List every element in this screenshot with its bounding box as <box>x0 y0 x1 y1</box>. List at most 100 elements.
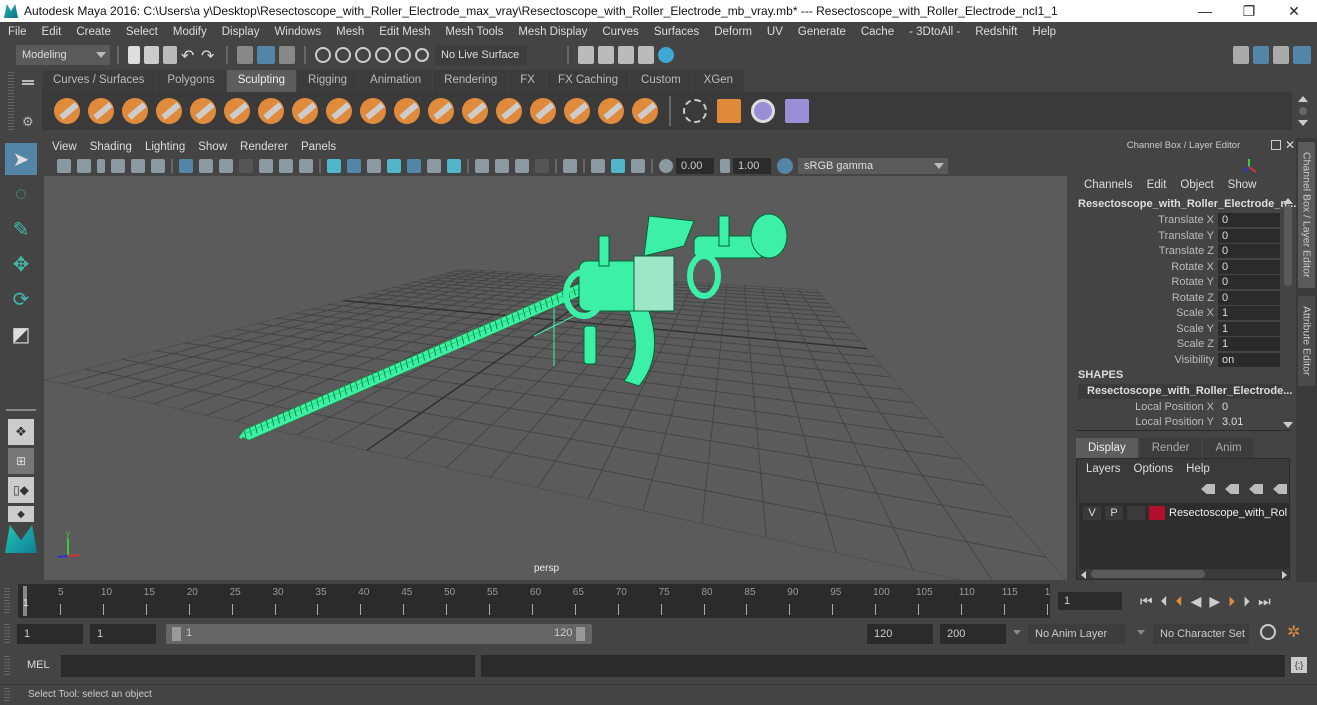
color-management-toggle-icon[interactable] <box>777 158 793 174</box>
new-layer-from-selection-icon[interactable] <box>1273 484 1287 494</box>
snap-surface-icon[interactable] <box>395 47 411 63</box>
shelf-tab-fx-caching[interactable]: FX Caching <box>546 70 630 92</box>
xray-active-components-icon[interactable] <box>611 159 625 173</box>
scroll-right-icon[interactable] <box>1282 571 1287 579</box>
cb-menu-channels[interactable]: Channels <box>1084 179 1133 191</box>
sculpt-target-icon[interactable] <box>751 99 775 123</box>
imprint-tool-icon[interactable] <box>360 98 386 124</box>
shelf-tab-custom[interactable]: Custom <box>630 70 692 92</box>
snap-point-icon[interactable] <box>355 47 371 63</box>
panel-menu-panels[interactable]: Panels <box>301 141 336 153</box>
shelf-scroll[interactable] <box>1298 96 1308 128</box>
range-slider[interactable]: 1 120 <box>166 624 592 644</box>
select-by-component-icon[interactable] <box>279 46 295 64</box>
shelf-tab-animation[interactable]: Animation <box>359 70 433 92</box>
script-editor-icon[interactable]: {;} <box>1291 657 1307 673</box>
panel-menu-show[interactable]: Show <box>198 141 227 153</box>
image-plane-icon[interactable] <box>111 159 125 173</box>
render-current-frame-icon[interactable] <box>598 46 614 64</box>
channel-box-scrollbar[interactable] <box>1283 198 1293 428</box>
color-space-dropdown[interactable]: sRGB gamma <box>798 158 948 174</box>
shelf-tab-polygons[interactable]: Polygons <box>156 70 226 92</box>
tool-settings-toggle-icon[interactable] <box>1273 46 1289 64</box>
chevron-down-icon[interactable] <box>1137 630 1145 635</box>
channel-row[interactable]: Scale X 1 <box>1071 306 1281 321</box>
channel-row[interactable]: Translate Z 0 <box>1071 244 1281 259</box>
foamy-tool-icon[interactable] <box>258 98 284 124</box>
depth-of-field-icon[interactable] <box>535 159 549 173</box>
use-all-lights-icon[interactable] <box>427 159 441 173</box>
axis-manipulator-icon[interactable] <box>1241 158 1257 174</box>
step-forward-frame-icon[interactable]: ⏵ <box>1243 593 1250 610</box>
multisample-aa-icon[interactable] <box>515 159 529 173</box>
exposure-field[interactable]: 1.00 <box>733 158 771 174</box>
film-gate-icon[interactable] <box>199 159 213 173</box>
step-back-frame-icon[interactable]: ⏴ <box>1161 593 1168 610</box>
scroll-up-icon[interactable] <box>1283 198 1293 204</box>
timeline-grip[interactable] <box>4 588 10 614</box>
channel-value[interactable]: 1 <box>1218 337 1280 351</box>
bulge-tool-icon[interactable] <box>564 98 590 124</box>
channel-value[interactable]: 3.01 <box>1218 415 1280 429</box>
close-panel-icon[interactable]: ✕ <box>1285 138 1295 152</box>
save-scene-icon[interactable] <box>163 46 177 64</box>
mel-input[interactable] <box>61 655 475 677</box>
move-layer-up-icon[interactable] <box>1201 484 1215 494</box>
camera-icon[interactable] <box>57 159 71 173</box>
menu-generate[interactable]: Generate <box>798 26 846 38</box>
menu-mesh[interactable]: Mesh <box>336 26 364 38</box>
snap-view-plane-icon[interactable] <box>375 47 391 63</box>
move-tool-button[interactable]: ✥ <box>5 248 37 280</box>
shelf-tab-fx[interactable]: FX <box>509 70 546 92</box>
wireframe-on-shaded-icon[interactable] <box>387 159 401 173</box>
gate-mask-icon[interactable] <box>239 159 253 173</box>
animation-preferences-icon[interactable]: ✲ <box>1287 622 1300 642</box>
camera-attributes-icon[interactable] <box>77 159 91 173</box>
panel-menu-view[interactable]: View <box>52 141 77 153</box>
safe-title-icon[interactable] <box>299 159 313 173</box>
bookmark-icon[interactable] <box>97 159 105 173</box>
menu-mesh-display[interactable]: Mesh Display <box>518 26 587 38</box>
grease-pencil-icon[interactable] <box>151 159 165 173</box>
scroll-down-icon[interactable] <box>1283 422 1293 428</box>
layer-menu-options[interactable]: Options <box>1134 463 1174 475</box>
tab-attribute-editor[interactable]: Attribute Editor <box>1298 296 1315 386</box>
menu-help[interactable]: Help <box>1032 26 1056 38</box>
layer-h-scrollbar[interactable] <box>1079 569 1289 579</box>
menu-windows[interactable]: Windows <box>274 26 321 38</box>
layer-color-swatch[interactable] <box>1149 506 1165 520</box>
cb-menu-edit[interactable]: Edit <box>1147 179 1167 191</box>
shelf-tab-curves-surfaces[interactable]: Curves / Surfaces <box>42 70 156 92</box>
make-live-icon[interactable] <box>415 48 429 62</box>
freeze-tool-icon[interactable] <box>632 98 658 124</box>
shelf-menu-icon[interactable] <box>22 80 34 82</box>
shelf-tab-sculpting[interactable]: Sculpting <box>226 70 297 92</box>
wax-tool-icon[interactable] <box>394 98 420 124</box>
lasso-tool-button[interactable]: ◌ <box>5 178 37 210</box>
channel-row[interactable]: Visibility on <box>1071 352 1281 368</box>
relax-tool-icon[interactable] <box>122 98 148 124</box>
playback-start-field[interactable]: 1 <box>90 624 156 644</box>
isolate-select-icon[interactable] <box>563 159 577 173</box>
cb-menu-object[interactable]: Object <box>1180 179 1213 191</box>
help-line-grip[interactable] <box>4 688 10 702</box>
chevron-down-icon[interactable] <box>1013 630 1021 635</box>
menu-edit-mesh[interactable]: Edit Mesh <box>379 26 430 38</box>
xray-joints-icon[interactable] <box>631 159 645 173</box>
single-view-layout-button[interactable]: ❖ <box>8 419 34 445</box>
range-end-handle[interactable] <box>576 627 585 641</box>
shelf-tab-rigging[interactable]: Rigging <box>297 70 359 92</box>
smear-tool-icon[interactable] <box>530 98 556 124</box>
menu-edit[interactable]: Edit <box>42 26 62 38</box>
scroll-down-icon[interactable] <box>1298 120 1308 126</box>
safe-action-icon[interactable] <box>279 159 293 173</box>
fill-tool-icon[interactable] <box>462 98 488 124</box>
anim-layer-dropdown[interactable]: No Anim Layer <box>1028 624 1126 644</box>
menu-curves[interactable]: Curves <box>602 26 638 38</box>
channel-row[interactable]: Local Position X 0 <box>1071 400 1281 415</box>
attribute-editor-toggle-icon[interactable] <box>1253 46 1269 64</box>
layer-menu-layers[interactable]: Layers <box>1086 463 1121 475</box>
channel-value[interactable]: on <box>1218 352 1280 367</box>
play-backwards-icon[interactable]: ◀ <box>1191 593 1202 610</box>
scale-tool-button[interactable]: ◩ <box>5 318 37 350</box>
